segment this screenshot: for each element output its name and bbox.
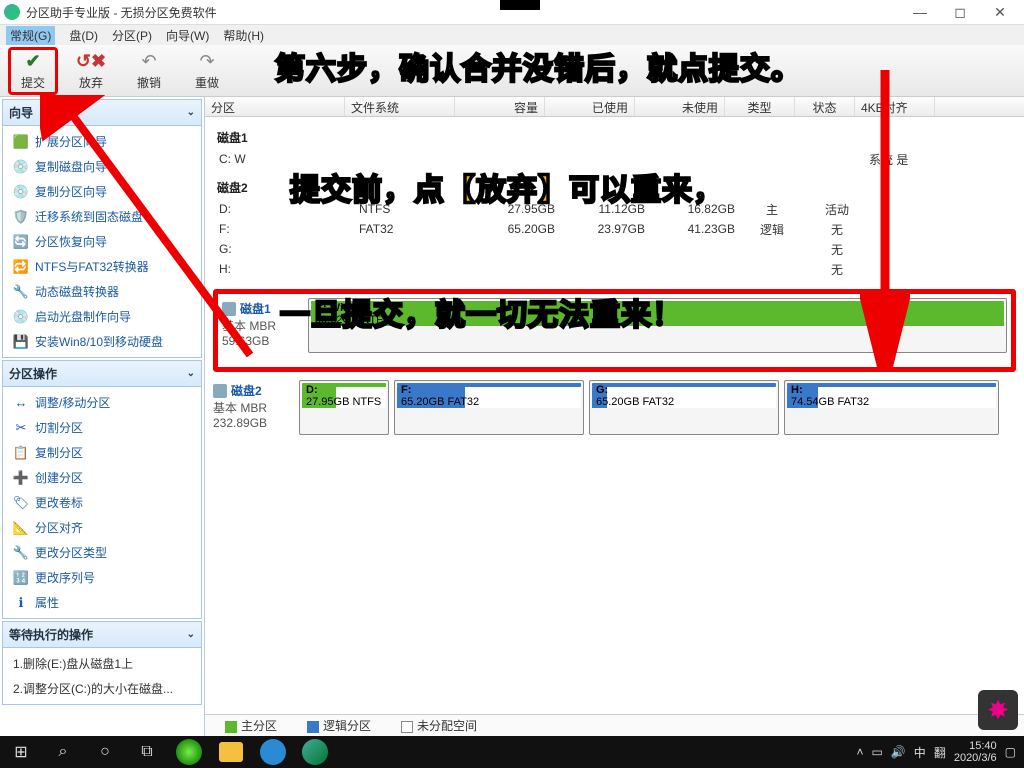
search-button[interactable]: ⌕: [42, 736, 84, 768]
tray-volume-icon[interactable]: 🔊: [891, 745, 906, 759]
tray-display-icon[interactable]: ▭: [872, 745, 883, 759]
legend-unalloc: 未分配空间: [401, 717, 477, 734]
col-used[interactable]: 已使用: [545, 97, 635, 116]
item-icon: 🔄: [13, 234, 29, 250]
partition-bar[interactable]: D:27.95GB NTFS: [299, 380, 389, 435]
menu-disk[interactable]: 盘(D): [69, 27, 98, 44]
taskbar: ⊞ ⌕ ○ ⧉ ˄ ▭ 🔊 中 翻 15:402020/3/6 ▢: [0, 736, 1024, 768]
item-icon: 🔧: [13, 545, 29, 561]
taskview-button[interactable]: ⧉: [126, 736, 168, 768]
tray-notifications-icon[interactable]: ▢: [1005, 745, 1016, 759]
start-button[interactable]: ⊞: [0, 736, 42, 768]
col-status[interactable]: 状态: [795, 97, 855, 116]
redo-icon: ↷: [196, 50, 218, 72]
menu-bar: 常规(G) 盘(D) 分区(P) 向导(W) 帮助(H): [0, 25, 1024, 45]
item-icon: ↔: [13, 395, 29, 411]
item-icon: 🔧: [13, 284, 29, 300]
system-tray: ˄ ▭ 🔊 中 翻 15:402020/3/6 ▢: [856, 740, 1024, 764]
panel-pending-header[interactable]: 等待执行的操作⌄: [3, 622, 201, 648]
menu-help[interactable]: 帮助(H): [223, 27, 264, 44]
disk-icon: [213, 384, 227, 398]
legend: 主分区 逻辑分区 未分配空间: [205, 714, 1024, 736]
sidebar-item[interactable]: 📐分区对齐: [3, 515, 201, 540]
sidebar-item[interactable]: ➕创建分区: [3, 465, 201, 490]
disk-info: 磁盘2基本 MBR232.89GB: [213, 380, 293, 435]
item-icon: 💿: [13, 184, 29, 200]
cortana-button[interactable]: ○: [84, 736, 126, 768]
panel-partition-ops: 分区操作⌄ ↔调整/移动分区✂切割分区📋复制分区➕创建分区🏷更改卷标📐分区对齐🔧…: [2, 360, 202, 619]
app-logo-icon: [4, 4, 20, 20]
partition-bar[interactable]: G:65.20GB FAT32: [589, 380, 779, 435]
sidebar-item[interactable]: ↔调整/移动分区: [3, 390, 201, 415]
col-type[interactable]: 类型: [725, 97, 795, 116]
maximize-button[interactable]: ◻: [940, 1, 980, 23]
sidebar-item[interactable]: 📋复制分区: [3, 440, 201, 465]
pending-op[interactable]: 1.删除(E:)盘从磁盘1上: [3, 651, 201, 676]
notch: [500, 0, 540, 10]
collapse-icon: ⌄: [187, 629, 195, 640]
panel-pending-ops: 等待执行的操作⌄ 1.删除(E:)盘从磁盘1上2.调整分区(C:)的大小在磁盘.…: [2, 621, 202, 705]
item-icon: 📐: [13, 520, 29, 536]
undo-button[interactable]: ↶ 撤销: [124, 47, 174, 95]
discard-button[interactable]: ↺✖ 放弃: [66, 47, 116, 95]
sidebar-item[interactable]: 🔧更改分区类型: [3, 540, 201, 565]
item-icon: ℹ: [13, 595, 29, 611]
item-icon: 💾: [13, 334, 29, 350]
item-icon: 🟩: [13, 134, 29, 150]
item-icon: 🔁: [13, 259, 29, 275]
item-icon: 💿: [13, 309, 29, 325]
tray-ime1[interactable]: 中: [914, 744, 926, 761]
sidebar-item[interactable]: ℹ属性: [3, 590, 201, 615]
item-icon: 📋: [13, 445, 29, 461]
menu-wizard[interactable]: 向导(W): [166, 27, 209, 44]
legend-logical: 逻辑分区: [307, 717, 371, 734]
window-title: 分区助手专业版 - 无损分区免费软件: [26, 4, 900, 21]
item-icon: 🛡️: [13, 209, 29, 225]
minimize-button[interactable]: —: [900, 1, 940, 23]
sidebar-item[interactable]: 🏷更改卷标: [3, 490, 201, 515]
menu-partition[interactable]: 分区(P): [112, 27, 152, 44]
partition-bar[interactable]: F:65.20GB FAT32: [394, 380, 584, 435]
close-button[interactable]: ✕: [980, 1, 1020, 23]
annotation-warning: 一旦提交，就一切无法重来！: [280, 290, 683, 334]
annotation-discard: 提交前，点【放弃】可以重来，: [290, 165, 724, 209]
arrow-down-icon: [860, 70, 910, 370]
disk2-box[interactable]: 磁盘2基本 MBR232.89GBD:27.95GB NTFSF:65.20GB…: [213, 380, 1016, 435]
tray-ime2[interactable]: 翻: [934, 744, 946, 761]
tray-clock[interactable]: 15:402020/3/6: [954, 740, 997, 764]
watermark-icon: ✸: [978, 690, 1018, 730]
item-icon: 🏷: [13, 495, 29, 511]
item-icon: 💿: [13, 159, 29, 175]
x-icon: ↺✖: [80, 50, 102, 72]
partition-bar[interactable]: H:74.54GB FAT32: [784, 380, 999, 435]
arrow-to-submit-icon: [40, 95, 270, 375]
undo-icon: ↶: [138, 50, 160, 72]
redo-button[interactable]: ↷ 重做: [182, 47, 232, 95]
col-capacity[interactable]: 容量: [455, 97, 545, 116]
pending-op[interactable]: 2.调整分区(C:)的大小在磁盘...: [3, 676, 201, 701]
item-icon: 🔢: [13, 570, 29, 586]
legend-primary: 主分区: [225, 717, 277, 734]
taskbar-explorer[interactable]: [210, 736, 252, 768]
check-icon: ✔: [22, 50, 44, 72]
item-icon: ✂: [13, 420, 29, 436]
col-filesystem[interactable]: 文件系统: [345, 97, 455, 116]
submit-button[interactable]: ✔ 提交: [8, 47, 58, 95]
taskbar-app1[interactable]: [168, 736, 210, 768]
sidebar-item[interactable]: ✂切割分区: [3, 415, 201, 440]
taskbar-app4[interactable]: [294, 736, 336, 768]
annotation-step6: 第六步，确认合并没错后，就点提交。: [275, 44, 802, 88]
sidebar-item[interactable]: 🔢更改序列号: [3, 565, 201, 590]
menu-general[interactable]: 常规(G): [6, 26, 55, 45]
item-icon: ➕: [13, 470, 29, 486]
tray-up-icon[interactable]: ˄: [856, 745, 863, 759]
taskbar-app3[interactable]: [252, 736, 294, 768]
col-free[interactable]: 未使用: [635, 97, 725, 116]
title-bar: 分区助手专业版 - 无损分区免费软件 — ◻ ✕: [0, 0, 1024, 25]
